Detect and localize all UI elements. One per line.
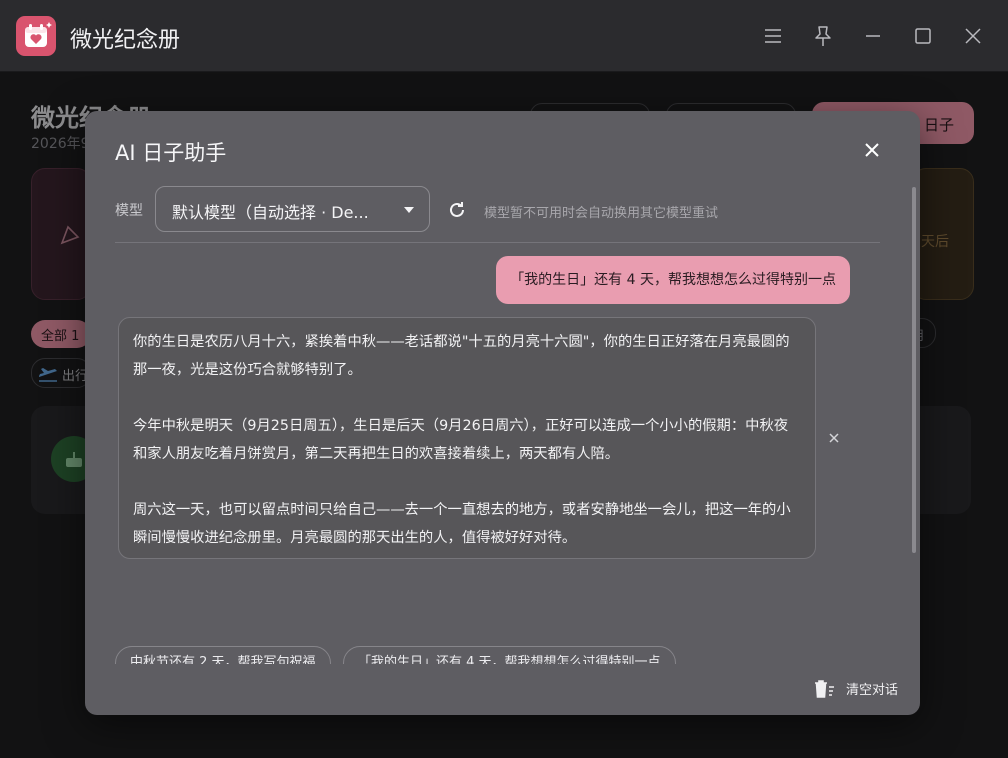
- ai-message: 你的生日是农历八月十六，紧挨着中秋——老话都说"十五的月亮十六圆"，你的生日正好…: [118, 317, 816, 559]
- maximize-icon[interactable]: [909, 22, 937, 50]
- app-logo-icon: [16, 16, 56, 56]
- ai-assistant-dialog: AI 日子助手 模型 默认模型（自动选择 · De... 模型暂不可用时会自动换…: [85, 111, 920, 715]
- dialog-title: AI 日子助手: [115, 141, 227, 165]
- divider: [115, 242, 880, 243]
- ai-paragraph: 你的生日是农历八月十六，紧挨着中秋——老话都说"十五的月亮十六圆"，你的生日正好…: [133, 334, 790, 378]
- model-select[interactable]: 默认模型（自动选择 · De...: [155, 186, 430, 232]
- clear-chat-label: 清空对话: [846, 683, 899, 698]
- suggestion-list: 中秋节还有 2 天，帮我写句祝福 「我的生日」还有 4 天，帮我想想怎么过得特别…: [115, 646, 885, 664]
- title-bar: 微光纪念册: [0, 0, 1008, 72]
- model-hint: 模型暂不可用时会自动换用其它模型重试: [484, 206, 719, 221]
- close-window-icon[interactable]: [959, 22, 987, 50]
- menu-icon[interactable]: [759, 22, 787, 50]
- scrollbar[interactable]: [912, 187, 916, 553]
- chevron-down-icon: [404, 207, 414, 213]
- minimize-icon[interactable]: [859, 22, 887, 50]
- ai-paragraph: 今年中秋是明天（9月25日周五），生日是后天（9月26日周六），正好可以连成一个…: [133, 418, 789, 462]
- user-message: 「我的生日」还有 4 天，帮我想想怎么过得特别一点: [496, 256, 850, 304]
- trash-icon: [815, 680, 834, 698]
- suggestion-chip[interactable]: 「我的生日」还有 4 天，帮我想想怎么过得特别一点: [343, 646, 676, 664]
- chat-area[interactable]: 「我的生日」还有 4 天，帮我想想怎么过得特别一点 你的生日是农历八月十六，紧挨…: [115, 251, 897, 671]
- app-title: 微光纪念册: [70, 28, 181, 53]
- refresh-icon[interactable]: [446, 199, 468, 221]
- suggestion-chip[interactable]: 中秋节还有 2 天，帮我写句祝福: [115, 646, 331, 664]
- close-icon[interactable]: [860, 138, 884, 162]
- pin-icon[interactable]: [809, 22, 837, 50]
- model-selected-value: 默认模型（自动选择 · De...: [172, 203, 369, 222]
- ai-paragraph: 周六这一天，也可以留点时间只给自己——去一个一直想去的地方，或者安静地坐一会儿，…: [133, 502, 791, 546]
- dismiss-message-icon[interactable]: [826, 430, 842, 446]
- model-label: 模型: [115, 203, 143, 219]
- clear-chat-button[interactable]: 清空对话: [813, 675, 908, 701]
